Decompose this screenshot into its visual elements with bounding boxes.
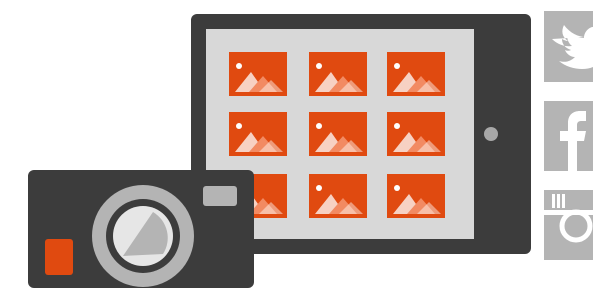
image-icon — [387, 174, 445, 218]
camera-grip-accent — [45, 239, 73, 275]
photo-thumbnail[interactable] — [309, 112, 367, 156]
twitter-button[interactable] — [544, 11, 593, 82]
instagram-button[interactable] — [544, 190, 593, 260]
twitter-icon — [544, 11, 593, 82]
image-icon — [309, 52, 367, 96]
tablet-home-button[interactable] — [484, 127, 498, 141]
facebook-button[interactable] — [544, 101, 593, 171]
image-icon — [229, 52, 287, 96]
image-icon — [229, 112, 287, 156]
instagram-icon — [544, 190, 593, 260]
image-icon — [309, 174, 367, 218]
photo-thumbnail[interactable] — [387, 112, 445, 156]
photo-thumbnail[interactable] — [229, 112, 287, 156]
image-icon — [309, 112, 367, 156]
image-icon — [387, 112, 445, 156]
facebook-icon — [544, 101, 593, 171]
photo-thumbnail[interactable] — [309, 174, 367, 218]
photo-thumbnail[interactable] — [387, 174, 445, 218]
photo-thumbnail[interactable] — [229, 52, 287, 96]
image-icon — [387, 52, 445, 96]
photo-thumbnail[interactable] — [309, 52, 367, 96]
photo-thumbnail[interactable] — [387, 52, 445, 96]
camera-icon — [28, 170, 254, 288]
camera-flash — [203, 186, 237, 206]
